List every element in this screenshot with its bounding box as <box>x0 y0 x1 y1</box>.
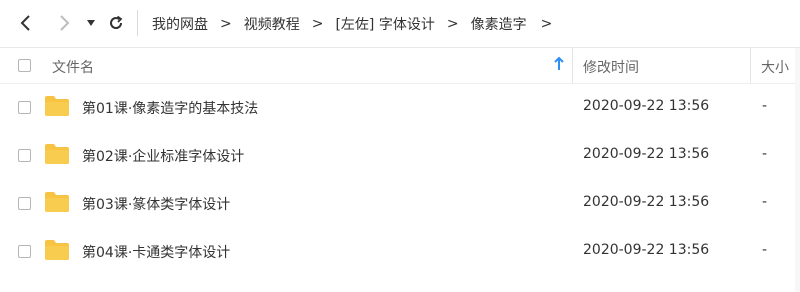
breadcrumb-item-font-design[interactable]: [左佐] 字体设计 <box>335 14 434 34</box>
refresh-icon <box>110 15 123 29</box>
refresh-button[interactable] <box>104 11 128 35</box>
row-checkbox[interactable] <box>18 245 31 258</box>
breadcrumb-separator[interactable]: > <box>541 16 553 32</box>
folder-icon <box>45 192 69 212</box>
breadcrumb-separator: > <box>220 15 232 32</box>
caret-down-icon <box>87 20 95 26</box>
breadcrumb-separator: > <box>446 15 459 32</box>
column-header-name[interactable]: 文件名 <box>52 57 94 77</box>
file-modified-time: 2020-09-22 13:56 <box>583 98 710 114</box>
file-list-header: 文件名 修改时间 大小 <box>0 48 800 84</box>
file-name[interactable]: 第01课·像素造字的基本技法 <box>82 98 258 118</box>
file-modified-time: 2020-09-22 13:56 <box>583 194 710 210</box>
breadcrumb: 我的网盘 > 视频教程 > [左佐] 字体设计 > 像素造字 > <box>152 0 564 47</box>
breadcrumb-item-root[interactable]: 我的网盘 <box>152 14 208 34</box>
scrollbar-track[interactable] <box>795 48 800 292</box>
file-size: - <box>762 98 768 114</box>
select-all-checkbox[interactable] <box>18 59 31 72</box>
file-size: - <box>762 242 768 258</box>
breadcrumb-item-videos[interactable]: 视频教程 <box>244 14 300 34</box>
file-row[interactable]: 第01课·像素造字的基本技法 2020-09-22 13:56 - <box>0 84 800 131</box>
file-name[interactable]: 第03课·篆体类字体设计 <box>82 194 230 214</box>
column-divider[interactable] <box>572 48 573 83</box>
column-header-size[interactable]: 大小 <box>761 57 789 77</box>
back-button[interactable] <box>14 11 38 35</box>
file-modified-time: 2020-09-22 13:56 <box>583 146 710 162</box>
row-checkbox[interactable] <box>18 149 31 162</box>
sort-arrow-up-icon[interactable] <box>553 56 565 72</box>
breadcrumb-separator: > <box>311 15 324 32</box>
file-row[interactable]: 第04课·卡通类字体设计 2020-09-22 13:56 - <box>0 228 800 275</box>
row-checkbox[interactable] <box>18 197 31 210</box>
breadcrumb-item-current[interactable]: 像素造字 <box>471 14 527 34</box>
file-size: - <box>762 146 768 162</box>
chevron-left-icon <box>20 15 30 31</box>
folder-icon <box>45 240 69 260</box>
file-modified-time: 2020-09-22 13:56 <box>583 242 710 258</box>
folder-icon <box>45 96 69 116</box>
row-checkbox[interactable] <box>18 101 31 114</box>
file-row[interactable]: 第03课·篆体类字体设计 2020-09-22 13:56 - <box>0 180 800 227</box>
history-dropdown-button[interactable] <box>84 11 98 35</box>
folder-icon <box>45 144 69 164</box>
column-header-modified[interactable]: 修改时间 <box>583 57 639 77</box>
column-divider[interactable] <box>750 48 751 83</box>
forward-button[interactable] <box>52 11 76 35</box>
chevron-right-icon <box>60 15 70 31</box>
file-name[interactable]: 第02课·企业标准字体设计 <box>82 146 244 166</box>
toolbar: 我的网盘 > 视频教程 > [左佐] 字体设计 > 像素造字 > <box>0 0 800 48</box>
toolbar-divider <box>137 10 138 36</box>
file-size: - <box>762 194 768 210</box>
file-row[interactable]: 第02课·企业标准字体设计 2020-09-22 13:56 - <box>0 132 800 179</box>
file-name[interactable]: 第04课·卡通类字体设计 <box>82 242 230 262</box>
